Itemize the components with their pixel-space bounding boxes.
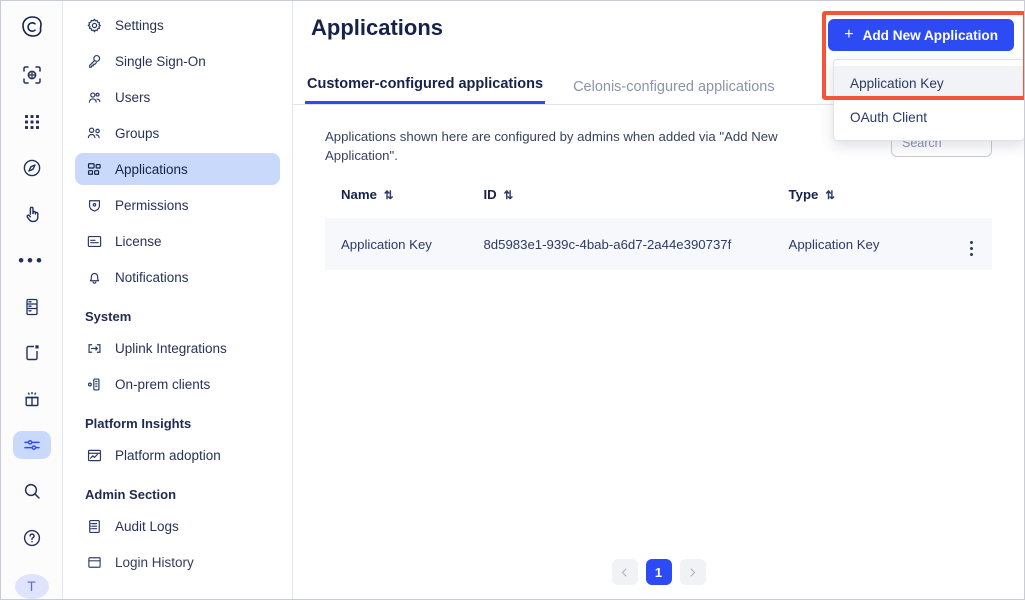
sidebar-item-notifications[interactable]: Notifications xyxy=(75,261,280,293)
tab-label: Customer-configured applications xyxy=(307,76,544,92)
sidebar-item-on-prem-clients[interactable]: On-prem clients xyxy=(75,368,280,400)
celonis-logo-icon[interactable] xyxy=(13,13,51,41)
audit-log-icon xyxy=(85,517,103,535)
uplink-icon xyxy=(85,339,103,357)
app-icon-rail: ••• T xyxy=(1,1,63,599)
compass-icon[interactable] xyxy=(13,154,51,182)
sliders-icon[interactable] xyxy=(12,431,51,460)
avatar-initial: T xyxy=(27,578,36,595)
sort-icon[interactable]: ⇅ xyxy=(504,190,514,202)
sidebar-item-label: Notifications xyxy=(115,269,189,285)
login-history-icon xyxy=(85,553,103,571)
tab-label: Celonis-configured applications xyxy=(573,79,775,95)
pagination-page-1[interactable]: 1 xyxy=(645,559,672,585)
bell-icon xyxy=(85,268,103,286)
sidebar-item-label: Single Sign-On xyxy=(115,53,206,69)
kebab-menu-icon[interactable] xyxy=(969,241,973,256)
sidebar-item-users[interactable]: Users xyxy=(75,81,280,113)
applications-icon xyxy=(85,160,103,178)
dropdown-item-label: OAuth Client xyxy=(850,109,928,125)
sidebar-item-label: Users xyxy=(115,89,151,105)
chart-image-icon xyxy=(85,446,103,464)
table-header-row: Name ⇅ ID ⇅ Type ⇅ xyxy=(325,187,992,218)
hand-click-icon[interactable] xyxy=(13,200,51,228)
sidebar-item-label: Uplink Integrations xyxy=(115,340,227,356)
tab-customer-configured-applications[interactable]: Customer-configured applications xyxy=(305,76,546,104)
column-header-name[interactable]: Name ⇅ xyxy=(325,187,467,218)
key-icon xyxy=(85,52,103,70)
server-icon[interactable] xyxy=(13,292,51,320)
sidebar-group-admin-section: Admin Section xyxy=(85,487,177,502)
sidebar-item-label: Settings xyxy=(115,17,164,33)
sort-icon[interactable]: ⇅ xyxy=(825,190,835,202)
admin-applications-screen: ••• T Settings Single Sign-On Users Grou… xyxy=(0,0,1025,600)
sidebar-item-label: Groups xyxy=(115,125,160,141)
avatar[interactable]: T xyxy=(14,573,49,599)
sidebar-group-platform-insights: Platform Insights xyxy=(85,416,192,431)
table-row[interactable]: Application Key 8d5983e1-939c-4bab-a6d7-… xyxy=(325,218,992,270)
cell-type: Application Key xyxy=(788,236,880,252)
ellipsis-glyph: ••• xyxy=(18,250,45,270)
sidebar-item-uplink-integrations[interactable]: Uplink Integrations xyxy=(75,332,280,364)
column-header-id[interactable]: ID ⇅ xyxy=(467,187,772,218)
sidebar-item-permissions[interactable]: Permissions xyxy=(75,189,280,221)
dropdown-item-label: Application Key xyxy=(850,75,944,91)
column-label: Name xyxy=(341,187,377,202)
column-label: Type xyxy=(788,187,819,202)
gift-icon[interactable] xyxy=(13,385,51,413)
question-circle-icon[interactable] xyxy=(13,524,51,552)
applications-panel: Applications shown here are configured b… xyxy=(293,105,1024,599)
sort-icon[interactable]: ⇅ xyxy=(384,190,394,202)
sidebar-item-license[interactable]: License xyxy=(75,225,280,257)
sidebar-item-groups[interactable]: Groups xyxy=(75,117,280,149)
column-header-actions xyxy=(951,187,992,218)
sidebar-item-label: Login History xyxy=(115,554,194,570)
sidebar-item-label: Audit Logs xyxy=(115,518,179,534)
tab-celonis-configured-applications[interactable]: Celonis-configured applications xyxy=(571,79,777,104)
users-icon xyxy=(85,88,103,106)
add-new-application-button[interactable]: + Add New Application xyxy=(828,19,1014,51)
applications-table: Name ⇅ ID ⇅ Type ⇅ Application Key 8d598… xyxy=(325,187,992,270)
sidebar-item-platform-adoption[interactable]: Platform adoption xyxy=(75,439,280,471)
cell-name: Application Key xyxy=(341,236,432,252)
sidebar-item-login-history[interactable]: Login History xyxy=(75,546,280,578)
onprem-icon xyxy=(85,375,103,393)
admin-sidebar-nav: Settings Single Sign-On Users Groups App… xyxy=(63,1,293,599)
sidebar-item-applications[interactable]: Applications xyxy=(75,153,280,185)
search-icon[interactable] xyxy=(13,477,51,505)
shield-icon xyxy=(85,196,103,214)
plus-icon: + xyxy=(844,26,854,43)
page-number: 1 xyxy=(654,564,663,580)
cell-id: 8d5983e1-939c-4bab-a6d7-2a44e390737f xyxy=(483,236,732,252)
license-card-icon xyxy=(85,232,103,250)
sidebar-item-label: Applications xyxy=(115,161,188,177)
main-content: Applications Customer-configured applica… xyxy=(293,1,1024,599)
add-button-label: Add New Application xyxy=(862,27,998,43)
grid-dots-icon[interactable] xyxy=(13,107,51,135)
dropdown-item-oauth-client[interactable]: OAuth Client xyxy=(834,100,1024,134)
document-new-icon[interactable] xyxy=(13,339,51,367)
sidebar-item-label: Permissions xyxy=(115,197,189,213)
sidebar-item-label: On-prem clients xyxy=(115,376,211,392)
sidebar-item-label: License xyxy=(115,233,162,249)
gear-icon xyxy=(85,16,103,34)
chevron-right-icon[interactable] xyxy=(679,559,706,585)
cell-actions[interactable] xyxy=(951,218,992,270)
chevron-left-icon[interactable] xyxy=(611,559,638,585)
ellipsis-icon[interactable]: ••• xyxy=(13,246,51,274)
column-header-type[interactable]: Type ⇅ xyxy=(773,187,951,218)
sidebar-group-system: System xyxy=(85,309,132,324)
sidebar-item-settings[interactable]: Settings xyxy=(75,9,280,41)
group-icon xyxy=(85,124,103,142)
scan-process-icon[interactable] xyxy=(13,61,51,89)
add-application-dropdown: Application Key OAuth Client xyxy=(833,59,1024,141)
sidebar-item-audit-logs[interactable]: Audit Logs xyxy=(75,510,280,542)
column-label: ID xyxy=(483,187,497,202)
sidebar-item-single-sign-on[interactable]: Single Sign-On xyxy=(75,45,280,77)
dropdown-item-application-key[interactable]: Application Key xyxy=(834,66,1024,100)
panel-description: Applications shown here are configured b… xyxy=(325,129,778,164)
pagination: 1 xyxy=(293,559,1024,585)
sidebar-item-label: Platform adoption xyxy=(115,447,221,463)
